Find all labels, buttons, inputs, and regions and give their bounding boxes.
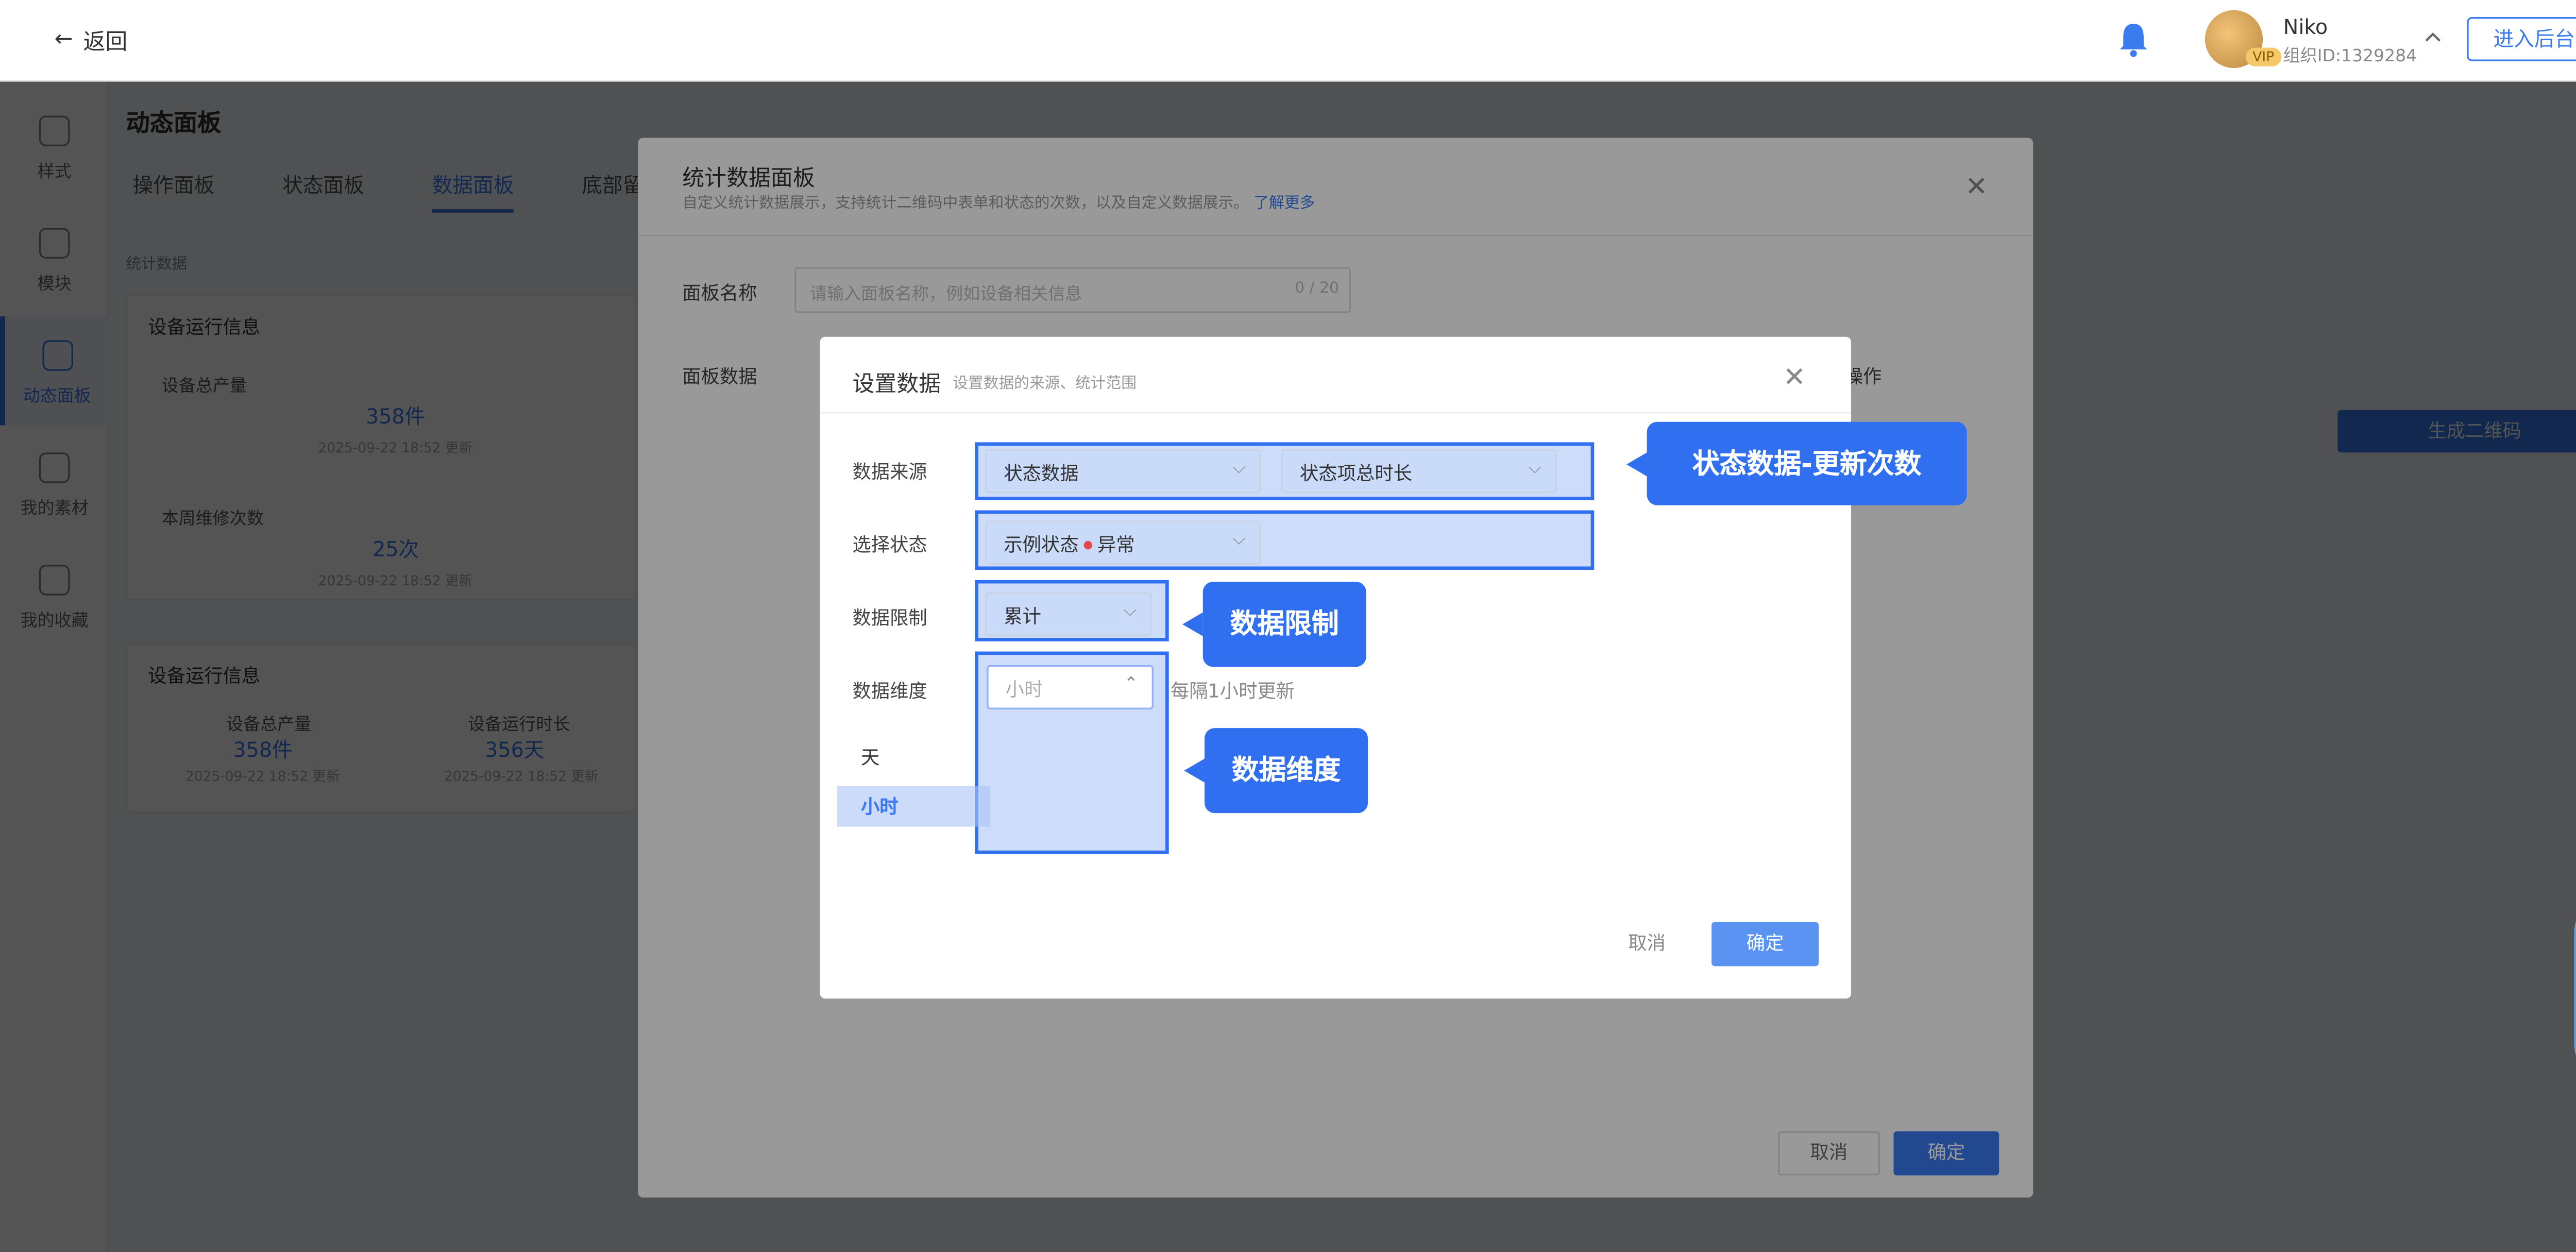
back-label: 返回 [83,30,128,56]
enter-admin-button[interactable]: 进入后台 [2467,17,2576,61]
org-id: 组织ID:1329284 [2283,47,2417,66]
source-item-select[interactable]: 状态项总时长 ⌵ [1281,449,1557,494]
source-item-value: 状态项总时长 [1299,463,1412,485]
dimension-select[interactable]: 小时 ⌃ [987,665,1154,709]
back-button[interactable]: ← 返回 [55,24,128,56]
source-label: 数据来源 [852,461,927,483]
state-select[interactable]: 示例状态 异常 ⌵ [985,520,1261,565]
chevron-up-icon: ⌃ [1124,675,1139,695]
dialog-subtitle: 设置数据的来源、统计范围 [953,376,1137,393]
dialog-ok-button[interactable]: 确定 [1711,922,1819,967]
callout-dimension: 数据维度 [1184,728,1368,814]
chevron-down-icon: ⌵ [1123,602,1137,621]
dialog-cancel-button[interactable]: 取消 [1596,922,1698,966]
bell-icon[interactable] [2116,21,2150,58]
chevron-down-icon: ⌵ [1232,531,1246,550]
dimension-label: 数据维度 [852,680,927,703]
vip-badge: VIP [2246,47,2281,66]
app-stage: ← 返回 VIP Niko 组织ID:1329284 进入后台 样式 模块 动态… [0,0,2576,1252]
limit-label: 数据限制 [852,607,927,630]
source-value: 状态数据 [1004,463,1079,485]
consult-char: 在 [2574,956,2576,980]
callout-limit: 数据限制 [1182,582,1366,667]
limit-value: 累计 [1004,605,1042,628]
consult-char: 询 [2574,1027,2576,1051]
dimension-placeholder: 小时 [1005,679,1043,701]
dialog-title: 设置数据 [852,373,941,398]
chevron-down-icon: ⌵ [1232,459,1246,478]
dropdown-option-day[interactable]: 天 [837,737,990,777]
chevron-up-icon[interactable] [2422,27,2443,48]
limit-select[interactable]: 累计 ⌵ [985,591,1152,636]
state-value-status: 异常 [1097,534,1135,556]
state-value: 示例状态 [1004,534,1079,556]
callout-source: 状态数据-更新次数 [1626,421,1967,505]
state-label: 选择状态 [852,534,927,556]
consult-char: 线 [2574,980,2576,1004]
dimension-hint: 每隔1小时更新 [1170,680,1295,703]
arrow-left-icon: ← [54,27,73,53]
abnormal-dot [1083,540,1093,550]
dropdown-option-hour[interactable]: 小时 [837,786,990,827]
divider [820,411,1851,414]
close-icon[interactable]: ✕ [1783,361,1806,393]
online-consult-button[interactable]: 在 线 咨 询 [2574,898,2576,1079]
top-bar: ← 返回 VIP Niko 组织ID:1329284 进入后台 [0,0,2576,82]
chevron-down-icon: ⌵ [1528,459,1541,478]
user-name: Niko [2283,15,2328,39]
consult-char: 咨 [2574,1004,2576,1027]
source-select[interactable]: 状态数据 ⌵ [985,449,1261,494]
